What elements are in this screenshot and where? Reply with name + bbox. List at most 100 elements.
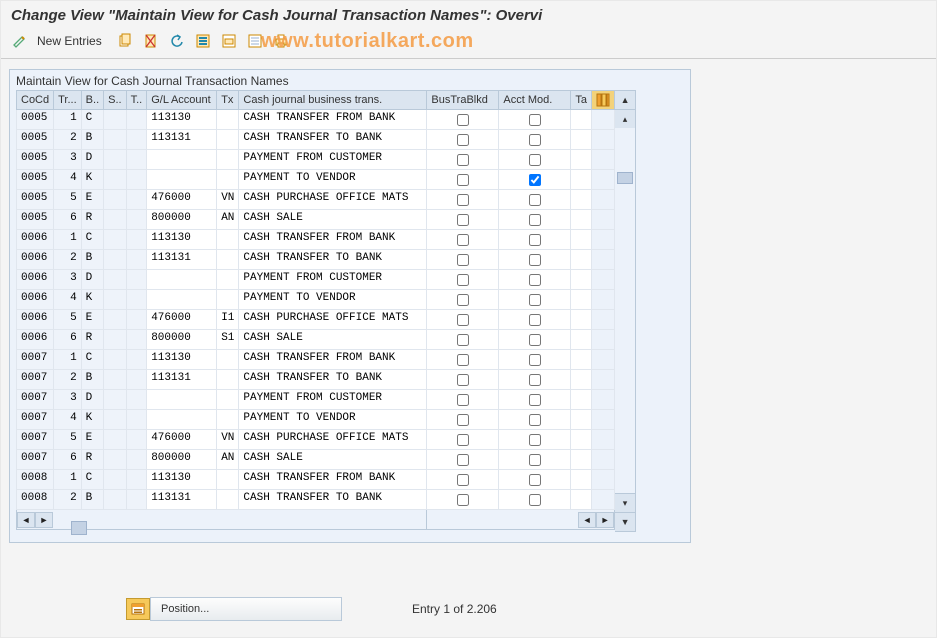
cell-gl[interactable]	[147, 290, 216, 309]
checkbox-blkd[interactable]	[457, 314, 469, 326]
table-row[interactable]: 00082B113131CASH TRANSFER TO BANK	[17, 490, 615, 510]
col-acct[interactable]: Acct Mod.	[499, 91, 571, 110]
checkbox-blkd[interactable]	[457, 494, 469, 506]
checkbox-blkd[interactable]	[457, 154, 469, 166]
cell-gl[interactable]	[147, 170, 216, 189]
checkbox-blkd[interactable]	[457, 234, 469, 246]
deselect-all-icon[interactable]	[244, 30, 266, 52]
hscroll-left-thumb[interactable]	[71, 521, 87, 535]
checkbox-blkd[interactable]	[457, 414, 469, 426]
scroll-down2-icon[interactable]: ▾	[615, 493, 635, 512]
checkbox-acct[interactable]	[529, 294, 541, 306]
checkbox-blkd[interactable]	[457, 134, 469, 146]
cell-tx[interactable]	[217, 410, 238, 429]
cell-ta[interactable]	[571, 290, 591, 309]
cell-bt[interactable]: CASH PURCHASE OFFICE MATS	[239, 430, 426, 449]
cell-ta[interactable]	[571, 210, 591, 229]
col-ta[interactable]: Ta	[571, 91, 592, 110]
cell-tx[interactable]	[217, 230, 238, 249]
cell-bt[interactable]: CASH TRANSFER FROM BANK	[239, 230, 426, 249]
checkbox-blkd[interactable]	[457, 294, 469, 306]
cell-ta[interactable]	[571, 270, 591, 289]
cell-tx[interactable]: AN	[217, 210, 238, 229]
cell-tx[interactable]: I1	[217, 310, 238, 329]
cell-tx[interactable]	[217, 250, 238, 269]
position-button[interactable]: Position...	[150, 597, 342, 621]
cell-bt[interactable]: PAYMENT TO VENDOR	[239, 410, 426, 429]
cell-ta[interactable]	[571, 330, 591, 349]
table-row[interactable]: 00065E476000I1CASH PURCHASE OFFICE MATS	[17, 310, 615, 330]
scroll-up2-icon[interactable]: ▴	[615, 110, 635, 128]
table-row[interactable]: 00062B113131CASH TRANSFER TO BANK	[17, 250, 615, 270]
cell-bt[interactable]: PAYMENT FROM CUSTOMER	[239, 390, 426, 409]
hscroll-left-next-icon[interactable]: ►	[35, 512, 53, 528]
col-tr[interactable]: Tr...	[54, 91, 82, 110]
new-entries-button[interactable]: New Entries	[35, 34, 110, 48]
table-row[interactable]: 00063DPAYMENT FROM CUSTOMER	[17, 270, 615, 290]
col-bt[interactable]: Cash journal business trans.	[239, 91, 427, 110]
cell-tx[interactable]	[217, 350, 238, 369]
table-row[interactable]: 00051C113130CASH TRANSFER FROM BANK	[17, 110, 615, 130]
cell-tx[interactable]	[217, 490, 238, 509]
cell-tx[interactable]	[217, 470, 238, 489]
cell-ta[interactable]	[571, 250, 591, 269]
cell-gl[interactable]	[147, 270, 216, 289]
checkbox-acct[interactable]	[529, 174, 541, 186]
col-blkd[interactable]: BusTraBlkd	[427, 91, 499, 110]
checkbox-acct[interactable]	[529, 214, 541, 226]
cell-ta[interactable]	[571, 350, 591, 369]
cell-ta[interactable]	[571, 230, 591, 249]
checkbox-acct[interactable]	[529, 354, 541, 366]
cell-ta[interactable]	[571, 130, 591, 149]
hscroll-left[interactable]: ◄ ►	[17, 512, 426, 528]
checkbox-acct[interactable]	[529, 314, 541, 326]
print-icon[interactable]	[270, 30, 292, 52]
cell-bt[interactable]: CASH TRANSFER FROM BANK	[239, 350, 426, 369]
cell-bt[interactable]: PAYMENT FROM CUSTOMER	[239, 270, 426, 289]
cell-gl[interactable]: 113131	[147, 250, 216, 269]
copy-as-icon[interactable]	[114, 30, 136, 52]
col-cocd[interactable]: CoCd	[17, 91, 54, 110]
cell-ta[interactable]	[571, 450, 591, 469]
checkbox-blkd[interactable]	[457, 194, 469, 206]
checkbox-acct[interactable]	[529, 454, 541, 466]
table-row[interactable]: 00054KPAYMENT TO VENDOR	[17, 170, 615, 190]
configure-columns-icon[interactable]	[592, 91, 615, 110]
cell-bt[interactable]: CASH SALE	[239, 210, 426, 229]
delete-icon[interactable]	[140, 30, 162, 52]
checkbox-acct[interactable]	[529, 334, 541, 346]
cell-bt[interactable]: CASH TRANSFER FROM BANK	[239, 110, 426, 129]
select-block-icon[interactable]	[218, 30, 240, 52]
scroll-thumb[interactable]	[617, 172, 633, 184]
cell-gl[interactable]	[147, 390, 216, 409]
checkbox-blkd[interactable]	[457, 274, 469, 286]
cell-bt[interactable]: CASH SALE	[239, 330, 426, 349]
checkbox-acct[interactable]	[529, 274, 541, 286]
table-row[interactable]: 00076R800000ANCASH SALE	[17, 450, 615, 470]
checkbox-blkd[interactable]	[457, 374, 469, 386]
checkbox-acct[interactable]	[529, 114, 541, 126]
cell-bt[interactable]: CASH TRANSFER TO BANK	[239, 130, 426, 149]
table-row[interactable]: 00061C113130CASH TRANSFER FROM BANK	[17, 230, 615, 250]
vertical-scrollbar[interactable]: ▲ ▴ ▾ ▼	[615, 90, 636, 532]
checkbox-acct[interactable]	[529, 374, 541, 386]
col-gl[interactable]: G/L Account	[147, 91, 217, 110]
checkbox-blkd[interactable]	[457, 454, 469, 466]
cell-bt[interactable]: PAYMENT TO VENDOR	[239, 290, 426, 309]
cell-gl[interactable]: 800000	[147, 330, 216, 349]
cell-bt[interactable]: CASH TRANSFER TO BANK	[239, 370, 426, 389]
col-b[interactable]: B..	[81, 91, 103, 110]
checkbox-acct[interactable]	[529, 434, 541, 446]
scroll-down-icon[interactable]: ▼	[615, 512, 635, 531]
cell-ta[interactable]	[571, 110, 591, 129]
hscroll-left-prev-icon[interactable]: ◄	[17, 512, 35, 528]
table-row[interactable]: 00064KPAYMENT TO VENDOR	[17, 290, 615, 310]
toggle-display-change-icon[interactable]	[9, 30, 31, 52]
cell-tx[interactable]: VN	[217, 190, 238, 209]
checkbox-blkd[interactable]	[457, 174, 469, 186]
checkbox-acct[interactable]	[529, 194, 541, 206]
cell-gl[interactable]: 113131	[147, 130, 216, 149]
cell-ta[interactable]	[571, 150, 591, 169]
cell-bt[interactable]: CASH TRANSFER FROM BANK	[239, 470, 426, 489]
checkbox-acct[interactable]	[529, 134, 541, 146]
